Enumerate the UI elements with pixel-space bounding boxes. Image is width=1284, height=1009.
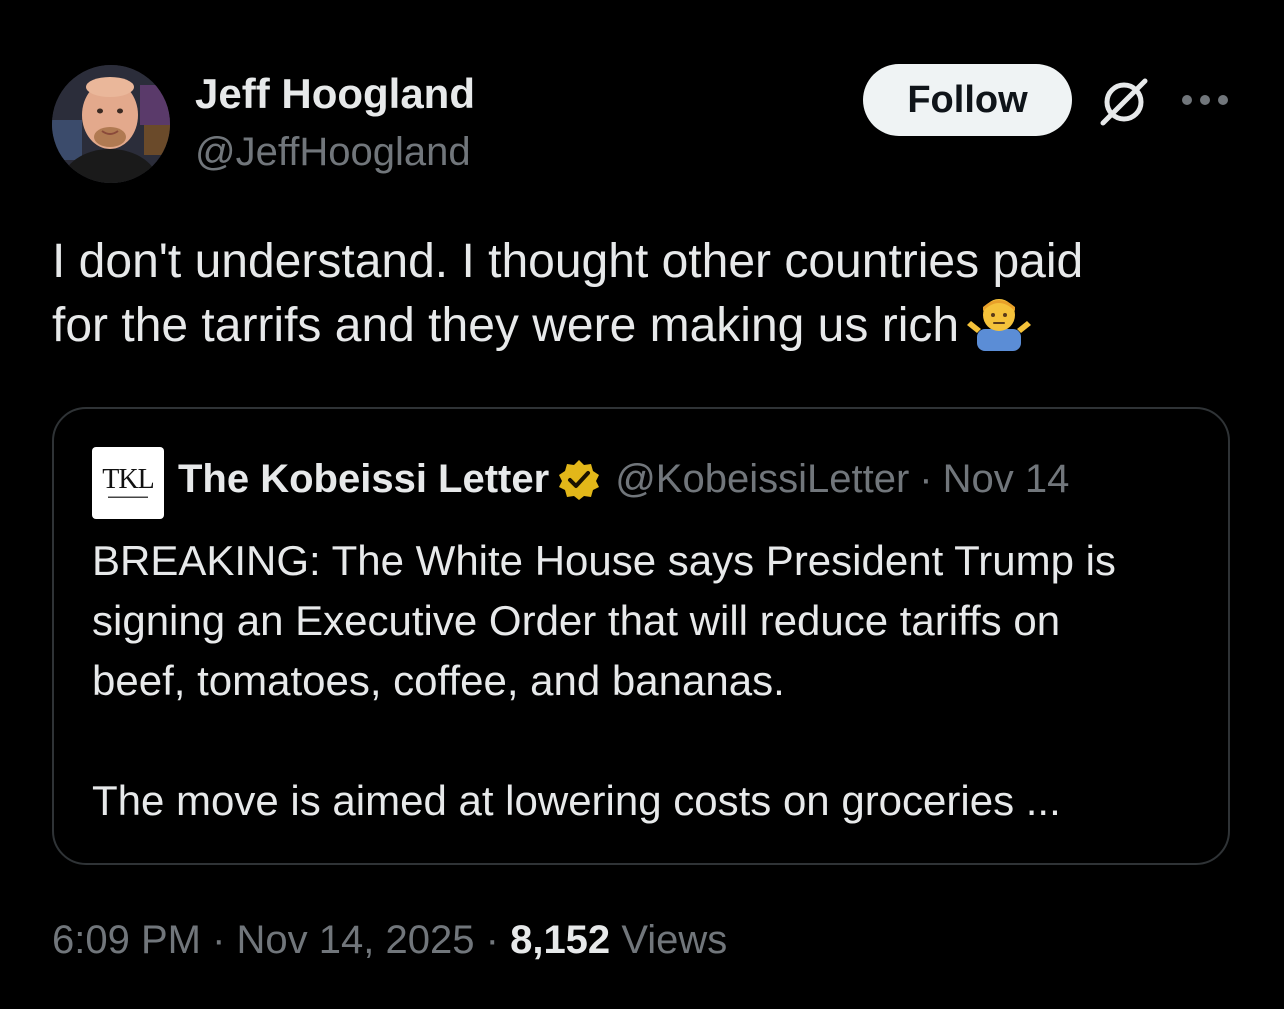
quoted-text-line: BREAKING: The White House says President… <box>92 537 1116 584</box>
more-options-icon[interactable] <box>1180 90 1230 110</box>
quoted-tweet-date[interactable]: Nov 14 <box>943 457 1070 502</box>
author-handle[interactable]: @JeffHoogland <box>195 130 471 175</box>
quoted-tweet-header: The Kobeissi Letter @KobeissiLetter · No… <box>178 457 1069 502</box>
tweet-text-line-content: for the tarrifs and they were making us … <box>52 299 960 352</box>
quoted-text-line: The move is aimed at lowering costs on g… <box>92 777 1061 824</box>
quoted-author-logo-text: TKL <box>102 464 154 495</box>
shrug-emoji-icon <box>967 295 1032 368</box>
quoted-text-line: signing an Executive Order that will red… <box>92 597 1061 644</box>
tweet-text-line: I don't understand. I thought other coun… <box>52 235 1084 288</box>
author-display-name[interactable]: Jeff Hoogland <box>195 70 475 118</box>
meta-separator: · <box>212 918 226 962</box>
quoted-tweet-text: BREAKING: The White House says President… <box>92 531 1202 831</box>
tweet-text: I don't understand. I thought other coun… <box>52 230 1242 368</box>
quoted-author-display-name[interactable]: The Kobeissi Letter <box>178 457 549 502</box>
follow-button[interactable]: Follow <box>863 64 1072 136</box>
tweet-text-line: for the tarrifs and they were making us … <box>52 294 1242 368</box>
quoted-author-logo-subline: ▬▬▬▬▬▬▬▬ <box>108 494 148 500</box>
verified-badge-icon <box>557 458 601 502</box>
author-avatar[interactable] <box>52 65 170 183</box>
quoted-text-line: beef, tomatoes, coffee, and bananas. <box>92 657 785 704</box>
views-label: Views <box>621 918 728 962</box>
quoted-author-handle[interactable]: @KobeissiLetter <box>615 457 909 502</box>
quoted-tweet-card[interactable]: TKL ▬▬▬▬▬▬▬▬ The Kobeissi Letter @Kobeis… <box>52 407 1230 865</box>
tweet-date[interactable]: Nov 14, 2025 <box>237 918 475 962</box>
tweet-meta: 6:09 PM · Nov 14, 2025 · 8,152 Views <box>52 918 727 963</box>
quoted-author-avatar[interactable]: TKL ▬▬▬▬▬▬▬▬ <box>92 447 164 519</box>
tweet-time[interactable]: 6:09 PM <box>52 918 201 962</box>
meta-separator: · <box>485 918 499 962</box>
views-count[interactable]: 8,152 <box>510 918 610 962</box>
header-separator: · <box>919 457 933 501</box>
grok-icon[interactable] <box>1097 75 1151 129</box>
